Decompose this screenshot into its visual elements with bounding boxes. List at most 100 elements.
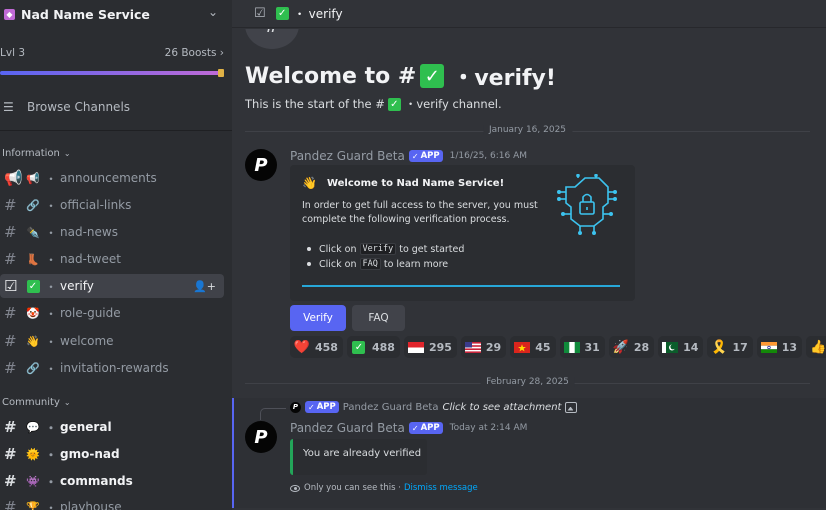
sidebar-item-playhouse[interactable]: # 🏆 ・ playhouse bbox=[0, 495, 224, 510]
hash-icon: # bbox=[4, 498, 17, 510]
message-header: Pandez Guard Beta ✓ APP Today at 2:14 AM bbox=[290, 421, 527, 435]
app-badge: ✓ APP bbox=[408, 422, 443, 434]
check-emoji-icon: ✓ bbox=[420, 64, 445, 88]
sidebar-item-welcome[interactable]: # 👋 ・ welcome bbox=[0, 329, 224, 353]
reaction-rocket[interactable]: 🚀 28 bbox=[608, 336, 655, 358]
embed-footer-line bbox=[302, 285, 620, 287]
verify-button[interactable]: Verify bbox=[290, 305, 346, 331]
reaction-flag-pakistan[interactable]: 14 bbox=[658, 336, 704, 358]
chevron-down-icon[interactable]: ⌄ bbox=[208, 5, 218, 19]
message-list: # Welcome to # ✓ ・verify! This is the st… bbox=[232, 29, 826, 510]
channel-welcome-icon: # bbox=[245, 29, 299, 49]
hash-icon: # bbox=[4, 196, 17, 214]
app-badge: ✓ APP bbox=[408, 150, 443, 162]
divider bbox=[0, 130, 232, 131]
browse-channels-icon: ☰ bbox=[3, 100, 14, 114]
chevron-down-icon: ⌄ bbox=[63, 149, 71, 158]
sidebar-item-commands[interactable]: # 👾 ・ commands bbox=[0, 469, 224, 493]
sidebar-item-nad-tweet[interactable]: # 👢 ・ nad-tweet bbox=[0, 247, 224, 271]
date-divider: January 16, 2025 bbox=[245, 125, 810, 137]
reaction-ribbon[interactable]: 🎗️ 17 bbox=[707, 336, 753, 358]
channel-sidebar: ◆ Nad Name Service ⌄ Lvl 3 26 Boosts › ☰… bbox=[0, 0, 232, 510]
sidebar-item-invitation-rewards[interactable]: # 🔗 ・ invitation-rewards bbox=[0, 356, 224, 380]
verified-check-icon: ✓ bbox=[411, 151, 419, 161]
hash-icon: # bbox=[4, 250, 17, 268]
flag-indonesia-icon bbox=[407, 340, 424, 354]
rules-channel-icon: ☑ bbox=[4, 277, 18, 295]
hash-icon: # bbox=[4, 359, 17, 377]
embed-title: 👋 Welcome to Nad Name Service! bbox=[302, 176, 505, 190]
waving-hand-icon: 👋 bbox=[302, 176, 317, 190]
attachment-link[interactable]: Click to see attachment bbox=[442, 402, 561, 413]
avatar[interactable]: P bbox=[245, 421, 277, 453]
boost-gem-icon bbox=[218, 69, 224, 77]
category-information[interactable]: Information ⌄ bbox=[2, 148, 71, 159]
reply-connector bbox=[260, 408, 286, 420]
avatar: P bbox=[290, 401, 301, 413]
check-emoji-icon: ✓ bbox=[352, 340, 366, 354]
image-icon bbox=[565, 401, 578, 413]
sidebar-item-verify[interactable]: ☑ ✓ ・ verify 👤+ bbox=[0, 274, 224, 298]
check-emoji-icon: ✓ bbox=[387, 97, 401, 111]
inline-code: Verify bbox=[359, 243, 397, 255]
sidebar-item-role-guide[interactable]: # 🤡 ・ role-guide bbox=[0, 301, 224, 325]
reaction-flag-nigeria[interactable]: 31 bbox=[559, 336, 605, 358]
author-name[interactable]: Pandez Guard Beta bbox=[290, 149, 405, 163]
rules-channel-icon: ☑ bbox=[254, 6, 266, 21]
reaction-flag-indonesia[interactable]: 295 bbox=[403, 336, 457, 358]
faq-button[interactable]: FAQ bbox=[352, 305, 405, 331]
category-community[interactable]: Community ⌄ bbox=[2, 397, 71, 408]
channel-title: verify bbox=[308, 6, 343, 21]
reply-reference[interactable]: P ✓ APP Pandez Guard Beta Click to see at… bbox=[290, 401, 578, 413]
reaction-check[interactable]: ✓ 488 bbox=[346, 336, 400, 358]
hash-icon: # bbox=[4, 472, 17, 490]
sidebar-item-official-links[interactable]: # 🔗 ・ official-links bbox=[0, 193, 224, 217]
list-item: Click on Verify to get started bbox=[307, 243, 464, 255]
sidebar-item-gmo-nad[interactable]: # 🌞 ・ gmo-nad bbox=[0, 442, 224, 466]
browse-channels-button[interactable]: ☰ Browse Channels bbox=[3, 100, 130, 114]
date-divider: February 28, 2025 bbox=[245, 377, 810, 389]
reaction-heart[interactable]: ❤️ 458 bbox=[290, 336, 343, 358]
server-level: Lvl 3 bbox=[0, 47, 25, 59]
eye-icon bbox=[290, 484, 300, 492]
thumbs-up-icon: 👍 bbox=[810, 339, 826, 355]
reaction-more[interactable]: 👍 bbox=[806, 336, 826, 358]
add-member-icon[interactable]: 👤+ bbox=[193, 280, 216, 293]
welcome-subtitle: This is the start of the # ✓ ・verify cha… bbox=[245, 97, 502, 111]
hash-icon: # bbox=[4, 332, 17, 350]
reaction-flag-vietnam[interactable]: 45 bbox=[510, 336, 556, 358]
hash-icon: # bbox=[4, 445, 17, 463]
welcome-title: Welcome to # ✓ ・verify! bbox=[245, 63, 556, 92]
verification-embed: 👋 Welcome to Nad Name Service! In order … bbox=[290, 165, 635, 301]
flag-us-icon bbox=[464, 340, 481, 354]
server-header[interactable]: ◆ Nad Name Service ⌄ bbox=[0, 0, 232, 28]
verified-check-icon: ✓ bbox=[411, 423, 419, 433]
bullet-icon bbox=[307, 247, 311, 251]
boost-progress-bar bbox=[0, 69, 224, 77]
reaction-flag-us[interactable]: 29 bbox=[460, 336, 507, 358]
check-emoji-icon: ✓ bbox=[26, 280, 40, 293]
boost-count: 26 Boosts › bbox=[164, 47, 224, 59]
hash-icon: # bbox=[4, 223, 17, 241]
timestamp: Today at 2:14 AM bbox=[449, 423, 528, 433]
check-emoji-icon: ✓ bbox=[275, 7, 289, 20]
dismiss-message-link[interactable]: Dismiss message bbox=[404, 483, 478, 493]
sidebar-item-general[interactable]: # 💬 ・ general bbox=[0, 415, 224, 439]
hash-icon: # bbox=[4, 418, 17, 436]
verified-check-icon: ✓ bbox=[308, 402, 315, 412]
boost-progress-label[interactable]: Lvl 3 26 Boosts › bbox=[0, 47, 224, 59]
reaction-flag-india[interactable]: 13 bbox=[756, 336, 803, 358]
avatar[interactable]: P bbox=[245, 149, 277, 181]
sidebar-item-nad-news[interactable]: # ✒️ ・ nad-news bbox=[0, 220, 224, 244]
inline-code: FAQ bbox=[359, 258, 381, 270]
browse-channels-label: Browse Channels bbox=[27, 100, 131, 114]
author-name[interactable]: Pandez Guard Beta bbox=[290, 421, 405, 435]
embed-description: In order to get full access to the serve… bbox=[302, 200, 538, 225]
server-icon: ◆ bbox=[4, 8, 15, 20]
flag-vietnam-icon bbox=[514, 340, 531, 354]
channel-header: ☑ ✓ ・ verify bbox=[232, 0, 826, 28]
sidebar-item-announcements[interactable]: 📢 📢 ・ announcements bbox=[0, 166, 224, 190]
server-name: Nad Name Service bbox=[21, 6, 150, 22]
verified-embed: You are already verified bbox=[290, 439, 427, 475]
reply-author: Pandez Guard Beta bbox=[342, 401, 439, 413]
